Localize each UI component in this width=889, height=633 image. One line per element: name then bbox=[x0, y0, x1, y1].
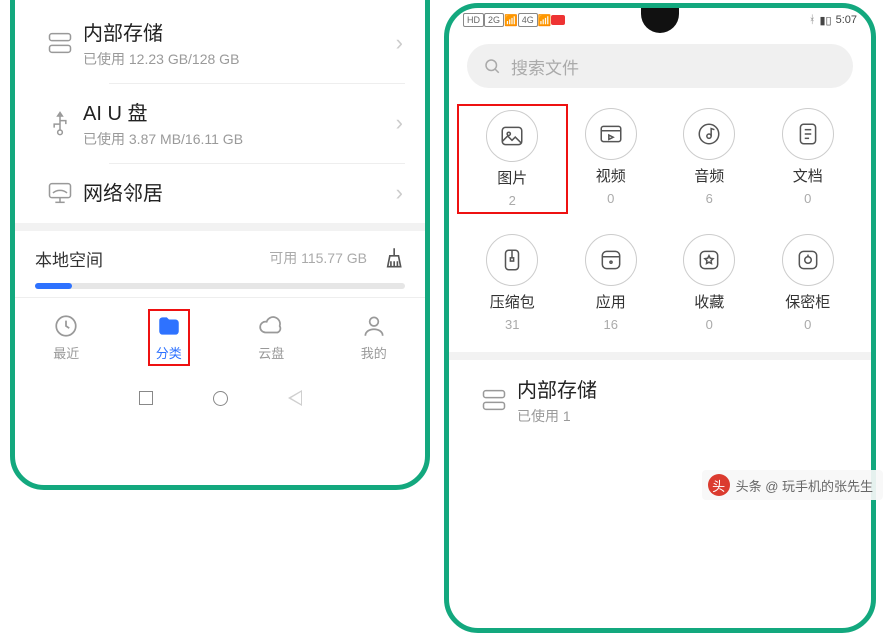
cat-count: 6 bbox=[706, 191, 713, 206]
storage-row-internal[interactable]: 内部存储 已使用 12.23 GB/128 GB › bbox=[15, 3, 425, 83]
local-space-title: 本地空间 bbox=[35, 246, 103, 271]
nav-home-icon[interactable] bbox=[213, 391, 228, 406]
fav-icon bbox=[683, 234, 735, 286]
storage-row-usb[interactable]: AI U 盘 已使用 3.87 MB/16.11 GB › bbox=[15, 83, 425, 163]
nav-back-icon[interactable] bbox=[288, 390, 302, 406]
tab-mine[interactable]: 我的 bbox=[323, 298, 426, 377]
chevron-right-icon: › bbox=[396, 110, 403, 136]
cleanup-icon[interactable] bbox=[379, 245, 405, 271]
phone-right: HD 2G 📶 4G 📶 ᚼ ▮▯ 5:07 搜索文件 图片 2 视频 bbox=[444, 3, 876, 633]
storage-sub: 已使用 3.87 MB/16.11 GB bbox=[83, 129, 396, 149]
storage-title: 内部存储 bbox=[83, 17, 396, 46]
cat-count: 16 bbox=[604, 317, 618, 332]
bluetooth-icon: ᚼ bbox=[809, 14, 816, 26]
cat-label: 保密柜 bbox=[785, 291, 830, 312]
storage-icon bbox=[471, 386, 517, 414]
storage-icon bbox=[37, 29, 83, 57]
signal-icon: 📶 bbox=[504, 14, 518, 27]
local-space-section: 本地空间 可用 115.77 GB bbox=[15, 223, 425, 297]
image-icon bbox=[486, 110, 538, 162]
safe-icon bbox=[782, 234, 834, 286]
search-placeholder: 搜索文件 bbox=[511, 54, 579, 79]
category-grid: 图片 2 视频 0 音频 6 文档 0 压缩包 31 应用 16 bbox=[449, 100, 871, 352]
battery-icon: ▮▯ bbox=[819, 14, 831, 27]
cat-app[interactable]: 应用 16 bbox=[562, 234, 661, 332]
cat-safe[interactable]: 保密柜 0 bbox=[759, 234, 858, 332]
space-progress bbox=[35, 283, 405, 289]
search-input[interactable]: 搜索文件 bbox=[467, 44, 853, 88]
cat-count: 31 bbox=[505, 317, 519, 332]
tab-cloud[interactable]: 云盘 bbox=[220, 298, 323, 377]
tab-label: 云盘 bbox=[258, 343, 284, 362]
storage-row-network[interactable]: 网络邻居 › bbox=[15, 163, 425, 223]
doc-icon bbox=[782, 108, 834, 160]
cat-count: 2 bbox=[509, 193, 516, 208]
zip-icon bbox=[486, 234, 538, 286]
usb-icon bbox=[37, 109, 83, 137]
cat-label: 图片 bbox=[497, 167, 527, 188]
tab-category[interactable]: 分类 bbox=[118, 298, 221, 377]
status-time: 5:07 bbox=[836, 14, 857, 26]
storage-sub: 已使用 12.23 GB/128 GB bbox=[83, 49, 396, 69]
cat-count: 0 bbox=[804, 317, 811, 332]
storage-title: 内部存储 bbox=[517, 374, 849, 403]
android-nav bbox=[15, 377, 425, 419]
cat-video[interactable]: 视频 0 bbox=[562, 108, 661, 210]
tab-label: 分类 bbox=[156, 343, 182, 362]
bottom-nav: 最近 分类 云盘 我的 bbox=[15, 297, 425, 377]
phone-left: 内部存储 已使用 12.23 GB/128 GB › AI U 盘 已使用 3.… bbox=[10, 0, 430, 490]
cat-label: 音频 bbox=[694, 165, 724, 186]
watermark-icon: 头 bbox=[708, 474, 730, 496]
cat-audio[interactable]: 音频 6 bbox=[660, 108, 759, 210]
net-badge-4g: 4G bbox=[518, 13, 538, 27]
cat-label: 收藏 bbox=[694, 291, 724, 312]
cat-label: 视频 bbox=[596, 165, 626, 186]
cat-fav[interactable]: 收藏 0 bbox=[660, 234, 759, 332]
cat-count: 0 bbox=[607, 191, 614, 206]
video-icon bbox=[585, 108, 637, 160]
net-badge-2g: 2G bbox=[484, 13, 504, 27]
signal-icon: 📶 bbox=[538, 14, 552, 27]
app-icon bbox=[585, 234, 637, 286]
storage-row-internal[interactable]: 内部存储 已使用 1 bbox=[449, 360, 871, 440]
cat-count: 0 bbox=[706, 317, 713, 332]
record-indicator bbox=[551, 15, 565, 25]
cat-count: 0 bbox=[804, 191, 811, 206]
cat-image[interactable]: 图片 2 bbox=[457, 104, 568, 214]
watermark-text: 头条 @ 玩手机的张先生 bbox=[736, 476, 873, 495]
cat-label: 压缩包 bbox=[490, 291, 535, 312]
watermark: 头 头条 @ 玩手机的张先生 bbox=[702, 470, 883, 500]
network-icon bbox=[37, 179, 83, 207]
hd-badge: HD bbox=[463, 13, 484, 27]
search-icon bbox=[483, 57, 501, 75]
cat-doc[interactable]: 文档 0 bbox=[759, 108, 858, 210]
storage-title: 网络邻居 bbox=[83, 177, 396, 206]
audio-icon bbox=[683, 108, 735, 160]
cat-zip[interactable]: 压缩包 31 bbox=[463, 234, 562, 332]
cat-label: 应用 bbox=[596, 291, 626, 312]
chevron-right-icon: › bbox=[396, 180, 403, 206]
tab-label: 我的 bbox=[361, 343, 387, 362]
space-progress-fill bbox=[35, 283, 72, 289]
local-space-available: 可用 115.77 GB bbox=[269, 248, 367, 268]
cat-label: 文档 bbox=[793, 165, 823, 186]
nav-recents-icon[interactable] bbox=[139, 391, 153, 405]
tab-label: 最近 bbox=[53, 343, 79, 362]
storage-sub: 已使用 1 bbox=[517, 406, 849, 426]
chevron-right-icon: › bbox=[396, 30, 403, 56]
tab-recent[interactable]: 最近 bbox=[15, 298, 118, 377]
storage-title: AI U 盘 bbox=[83, 97, 396, 126]
